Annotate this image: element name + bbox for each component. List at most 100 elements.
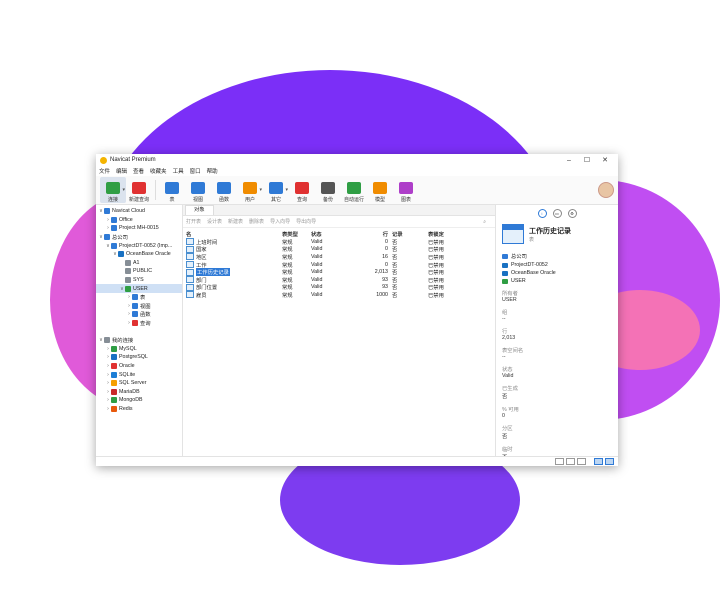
model-icon	[373, 182, 387, 194]
close-button[interactable]: ✕	[596, 156, 614, 164]
tree-item[interactable]: A1	[96, 259, 182, 268]
table-icon	[186, 253, 194, 261]
menu-edit[interactable]: 编辑	[116, 167, 127, 175]
detail-view-icon[interactable]	[577, 458, 586, 465]
toolbar-button-8[interactable]: 查询	[289, 177, 315, 203]
user-avatar[interactable]	[598, 182, 614, 198]
toolbar-button-11[interactable]: 模型	[367, 177, 393, 203]
query-icon	[295, 182, 309, 194]
header-name[interactable]: 名	[186, 230, 282, 238]
tree-item[interactable]: ∨ OceanBase Oracle	[96, 250, 182, 259]
toolbar-label: 查询	[296, 197, 307, 203]
tree-item[interactable]: › SQL Server	[96, 379, 182, 388]
info-field-value: 0	[502, 413, 505, 419]
list-view-icon[interactable]	[566, 458, 575, 465]
tree-item[interactable]: › Project MH-0015	[96, 224, 182, 233]
tree-item[interactable]: ∨ USER	[96, 284, 182, 293]
table-row[interactable]: 雇员 常规 Valid 1000 否 已禁用	[186, 291, 492, 299]
info-icon[interactable]: i	[537, 209, 547, 218]
ddl-icon[interactable]: ▭	[552, 209, 562, 218]
tree-item[interactable]: ∨ 总公司	[96, 233, 182, 242]
toolbar-label: 模型	[374, 197, 385, 203]
tree-item-label: 视图	[140, 303, 151, 310]
toolbar-button-3[interactable]: 表	[159, 177, 185, 203]
object-toolbar-button[interactable]: 设计表	[207, 218, 222, 225]
menu-help[interactable]: 帮助	[207, 167, 218, 175]
toolbar-label: 新建查询	[128, 197, 149, 203]
maximize-button[interactable]: ☐	[578, 156, 596, 164]
tree-item-label: 查询	[140, 321, 151, 328]
menu-favorites[interactable]: 收藏夹	[150, 167, 167, 175]
info-field-label: 状态	[502, 367, 513, 373]
tab-objects[interactable]: 对象	[185, 205, 214, 215]
toolbar-button-1[interactable]: 新建查询	[126, 177, 152, 203]
tree-item[interactable]: › Oracle	[96, 362, 182, 371]
toolbar-button-6[interactable]: 用户 ▾	[237, 177, 263, 203]
tree-item[interactable]: › Redis	[96, 405, 182, 414]
tree-node-icon	[118, 251, 124, 258]
tree-item[interactable]: › MongoDB	[96, 396, 182, 405]
header-records[interactable]: 记录	[392, 230, 428, 238]
path-node-icon	[502, 278, 508, 284]
tree-item[interactable]: › MySQL	[96, 345, 182, 354]
search-icon[interactable]: ⌕	[483, 219, 486, 225]
tree-item[interactable]: › 查询	[96, 319, 182, 328]
info-pane-toggle-icon[interactable]	[594, 458, 603, 465]
tree-node-icon	[111, 388, 117, 395]
grid-view-icon[interactable]	[555, 458, 564, 465]
info-header: 工作历史记录 表	[502, 224, 612, 244]
menu-view[interactable]: 查看	[133, 167, 144, 175]
toolbar-label: 其它	[270, 197, 281, 203]
object-toolbar-button[interactable]: 删除表	[249, 218, 264, 225]
header-type[interactable]: 表类型	[282, 230, 311, 238]
tree-item[interactable]: ∨ 我的连接	[96, 336, 182, 345]
dropdown-caret-icon[interactable]: ▾	[122, 187, 125, 193]
menu-tools[interactable]: 工具	[173, 167, 184, 175]
tree-item[interactable]: › MariaDB	[96, 387, 182, 396]
toolbar-button-10[interactable]: 自动运行	[341, 177, 367, 203]
object-toolbar-button[interactable]: 新建表	[228, 218, 243, 225]
toolbar-button-7[interactable]: 其它 ▾	[263, 177, 289, 203]
tree-item[interactable]: › 函数	[96, 310, 182, 319]
tree-item[interactable]: › 视图	[96, 302, 182, 311]
object-toolbar-button[interactable]: 导出向导	[296, 218, 316, 225]
header-lock[interactable]: 表锁定	[428, 230, 468, 238]
tree-item[interactable]: › Office	[96, 216, 182, 225]
info-path-item: 总公司	[502, 252, 612, 260]
tree-item	[96, 327, 182, 336]
tree-node-icon	[125, 277, 131, 284]
tree-node-icon	[111, 225, 117, 232]
nav-pane-toggle-icon[interactable]	[605, 458, 614, 465]
header-status[interactable]: 状态	[311, 230, 363, 238]
window-title: Navicat Premium	[110, 157, 156, 163]
tree-item[interactable]: ∨ Navicat Cloud	[96, 207, 182, 216]
menu-window[interactable]: 窗口	[190, 167, 201, 175]
menu-file[interactable]: 文件	[99, 167, 110, 175]
toolbar-button-5[interactable]: 函数	[211, 177, 237, 203]
tree-item[interactable]: ∨ ProjectDT-0052 (Imp...	[96, 241, 182, 250]
header-rows[interactable]: 行	[363, 230, 392, 238]
path-text: USER	[511, 278, 526, 284]
toolbar-button-4[interactable]: 视图	[185, 177, 211, 203]
app-window: Navicat Premium – ☐ ✕ 文件 编辑 查看 收藏夹 工具 窗口…	[96, 154, 618, 466]
tree-item[interactable]: › PostgreSQL	[96, 353, 182, 362]
tree-item[interactable]: › SQLite	[96, 370, 182, 379]
dropdown-caret-icon[interactable]: ▾	[259, 187, 262, 193]
tree-item[interactable]: › 表	[96, 293, 182, 302]
toolbar-button-0[interactable]: 连接 ▾	[100, 177, 126, 203]
tree-item-label: PUBLIC	[133, 268, 153, 275]
tree-item[interactable]: PUBLIC	[96, 267, 182, 276]
object-toolbar-button[interactable]: 打开表	[186, 218, 201, 225]
minimize-button[interactable]: –	[560, 157, 578, 164]
user-icon	[243, 182, 257, 194]
tree-item-label: ProjectDT-0052 (Imp...	[119, 242, 173, 249]
info-tabs: i ▭ ⚙	[502, 209, 612, 218]
tree-item[interactable]: SYS	[96, 276, 182, 285]
dropdown-caret-icon[interactable]: ▾	[285, 187, 288, 193]
object-toolbar-button[interactable]: 导入向导	[270, 218, 290, 225]
info-field-value: --	[502, 354, 506, 360]
toolbar-button-9[interactable]: 备份	[315, 177, 341, 203]
toolbar-button-12[interactable]: 图表	[393, 177, 419, 203]
settings-icon[interactable]: ⚙	[567, 209, 577, 218]
info-path-item: ProjectDT-0052	[502, 262, 612, 268]
